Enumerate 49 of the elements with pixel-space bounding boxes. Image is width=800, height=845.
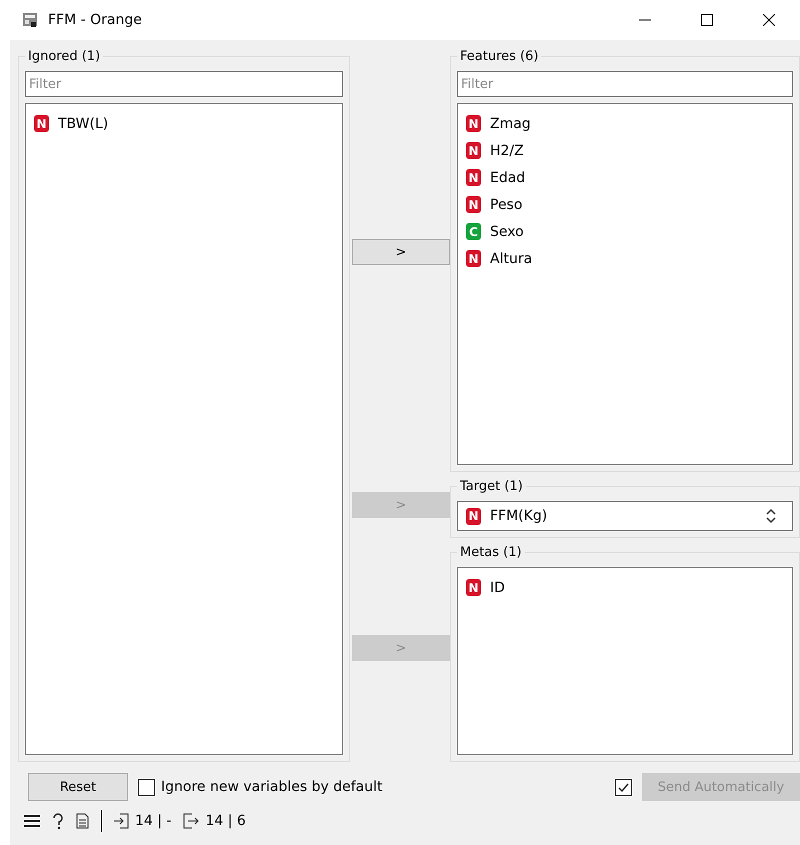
variable-name: Sexo bbox=[490, 224, 524, 240]
variable-type-icon: N bbox=[466, 250, 481, 267]
variable-type-icon: N bbox=[466, 169, 481, 186]
target-select[interactable]: N FFM(Kg) bbox=[457, 501, 793, 531]
panel-title: Target (1) bbox=[457, 478, 526, 495]
variable-item[interactable]: N TBW(L) bbox=[32, 110, 342, 137]
input-count: 14 | - bbox=[135, 813, 172, 829]
variable-type-icon: N bbox=[466, 579, 481, 596]
help-icon[interactable] bbox=[52, 812, 64, 830]
output-count: 14 | 6 bbox=[205, 813, 246, 829]
variable-name: TBW(L) bbox=[58, 116, 108, 132]
input-icon bbox=[114, 813, 129, 829]
variable-name: Zmag bbox=[490, 116, 531, 132]
variable-name: Edad bbox=[490, 170, 526, 186]
variable-item[interactable]: N Zmag bbox=[464, 110, 792, 137]
variable-type-icon: N bbox=[34, 115, 49, 132]
variable-name: H2/Z bbox=[490, 142, 524, 158]
panel-title: Features (6) bbox=[457, 48, 542, 65]
window-title: FFM - Orange bbox=[48, 12, 143, 28]
variable-name: FFM(Kg) bbox=[490, 508, 548, 524]
variable-type-icon: N bbox=[466, 196, 481, 213]
move-button[interactable]: > bbox=[352, 239, 450, 265]
close-icon bbox=[763, 14, 775, 26]
checkbox[interactable] bbox=[138, 778, 155, 796]
variable-type-icon: N bbox=[466, 508, 481, 524]
variable-item[interactable]: N Edad bbox=[464, 164, 792, 191]
menu-icon[interactable] bbox=[24, 814, 40, 828]
variable-item[interactable]: C Sexo bbox=[464, 218, 792, 245]
variable-item[interactable]: N Peso bbox=[464, 191, 792, 218]
spin-arrows-icon bbox=[766, 508, 776, 524]
output-icon bbox=[183, 813, 200, 829]
variable-item[interactable]: N H2/Z bbox=[464, 137, 792, 164]
variable-item[interactable]: N ID bbox=[464, 574, 792, 601]
variable-type-icon: N bbox=[466, 115, 481, 132]
checkbox-label: Ignore new variables by default bbox=[161, 779, 382, 795]
filter-field[interactable]: Filter bbox=[25, 71, 343, 97]
variable-type-icon: N bbox=[466, 142, 481, 159]
variable-name: Peso bbox=[490, 196, 522, 212]
app-icon bbox=[22, 12, 38, 28]
variable-type-icon: C bbox=[466, 223, 481, 240]
variable-item[interactable]: N Altura bbox=[464, 245, 792, 272]
filter-field[interactable]: Filter bbox=[457, 71, 793, 97]
variable-name: ID bbox=[490, 580, 505, 596]
reset-button[interactable]: Reset bbox=[28, 773, 128, 801]
variable-name: Altura bbox=[490, 250, 532, 266]
panel-title: Metas (1) bbox=[457, 544, 525, 561]
maximize-icon bbox=[701, 14, 713, 26]
document-icon[interactable] bbox=[76, 813, 89, 829]
panel-title: Ignored (1) bbox=[25, 48, 104, 65]
